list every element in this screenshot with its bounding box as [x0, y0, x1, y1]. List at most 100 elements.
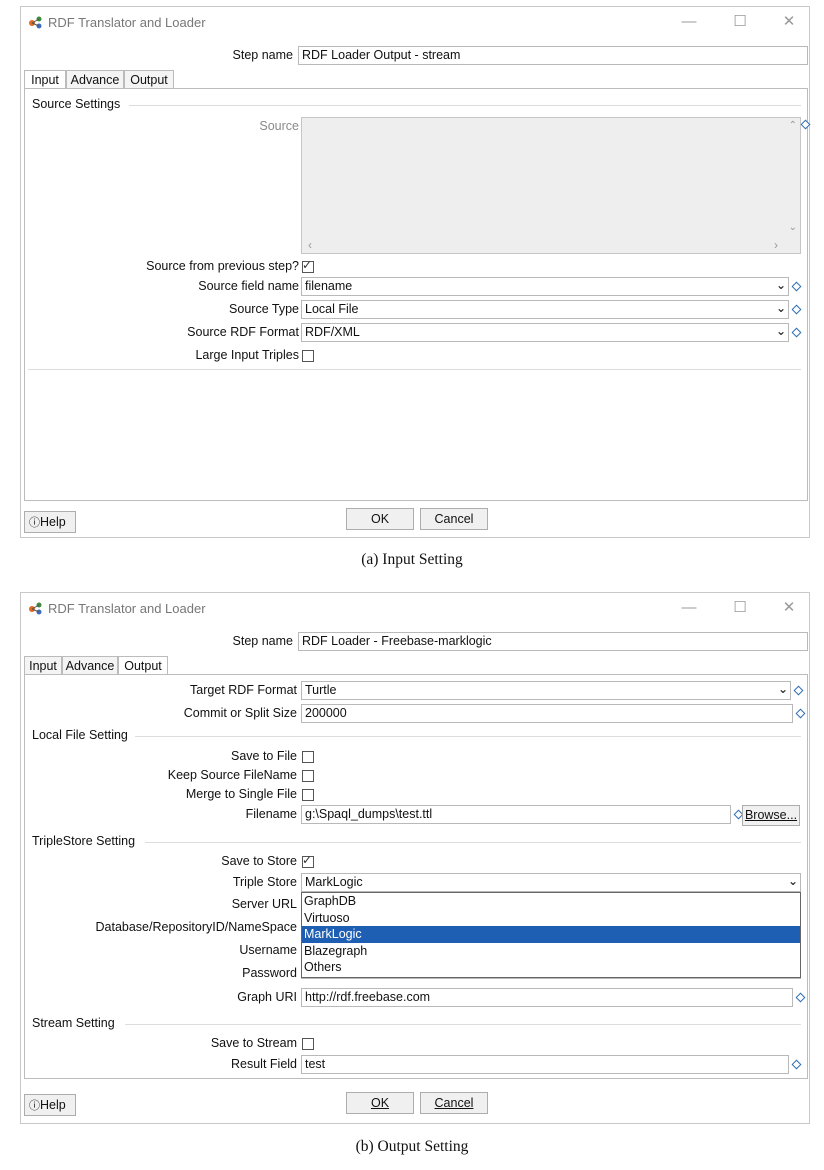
source-from-prev-label: Source from previous step?: [146, 259, 299, 273]
caption-output-setting: (b) Output Setting: [355, 1138, 469, 1155]
graph-uri-input[interactable]: http://rdf.freebase.com: [301, 988, 793, 1007]
cancel-button[interactable]: Cancel: [420, 508, 488, 530]
group-divider: [145, 842, 801, 843]
keep-source-label: Keep Source FileName: [167, 768, 297, 782]
source-field-select[interactable]: filename ⌄: [301, 277, 789, 296]
group-divider: [125, 1024, 801, 1025]
source-from-prev-checkbox[interactable]: ✓: [302, 258, 314, 273]
dropdown-option-virtuoso[interactable]: Virtuoso: [302, 910, 800, 927]
variable-diamond-icon: [791, 281, 802, 292]
save-to-store-checkbox[interactable]: ✓: [302, 853, 314, 868]
close-button[interactable]: ✕: [777, 598, 801, 618]
tab-output[interactable]: Output: [118, 656, 168, 674]
dropdown-option-graphdb[interactable]: GraphDB: [302, 893, 800, 910]
window-title: RDF Translator and Loader: [48, 601, 206, 616]
browse-label: Browse...: [744, 808, 798, 822]
merge-checkbox[interactable]: [302, 789, 314, 801]
variable-diamond-icon: [791, 327, 802, 338]
ok-label: OK: [370, 1096, 390, 1110]
tab-input[interactable]: Input: [24, 656, 62, 674]
source-label: Source: [259, 119, 299, 133]
dialog-window-output: RDF Translator and Loader — ☐ ✕ Step nam…: [20, 592, 810, 1124]
rdf-loader-app-icon: [29, 602, 42, 615]
source-textarea[interactable]: ⌃ ⌄ ‹ ›: [301, 117, 801, 254]
source-field-value: filename: [305, 279, 353, 293]
scroll-up-icon[interactable]: ⌃: [789, 120, 797, 131]
large-input-checkbox[interactable]: [302, 350, 314, 362]
title-bar: RDF Translator and Loader — ☐ ✕: [21, 7, 809, 37]
check-mark-icon: ✓: [302, 258, 313, 272]
chevron-down-icon[interactable]: ⌄: [776, 324, 786, 340]
source-type-select[interactable]: Local File ⌄: [301, 300, 789, 319]
dropdown-option-marklogic[interactable]: MarkLogic: [302, 926, 800, 943]
triple-store-value: MarkLogic: [305, 875, 363, 889]
triple-store-dropdown[interactable]: GraphDB Virtuoso MarkLogic Blazegraph Ot…: [301, 892, 801, 978]
variable-diamond-icon: [795, 708, 806, 719]
large-input-label: Large Input Triples: [195, 348, 299, 362]
filename-input[interactable]: g:\Spaql_dumps\test.ttl: [301, 805, 731, 824]
browse-button[interactable]: Browse...: [742, 805, 800, 826]
chevron-down-icon[interactable]: ⌄: [778, 682, 788, 698]
keep-source-checkbox[interactable]: [302, 770, 314, 782]
result-field-input[interactable]: test: [301, 1055, 789, 1074]
tab-output[interactable]: Output: [124, 70, 174, 88]
step-name-input[interactable]: RDF Loader - Freebase-marklogic: [298, 632, 808, 651]
database-label: Database/RepositoryID/NameSpace: [95, 920, 298, 934]
group-divider: [129, 105, 801, 106]
check-mark-icon: ✓: [302, 853, 313, 867]
commit-size-label: Commit or Split Size: [183, 706, 297, 720]
step-name-label: Step name: [232, 634, 293, 648]
question-circle-icon: ⓘ: [29, 517, 40, 529]
source-format-label: Source RDF Format: [187, 325, 299, 339]
tab-advance[interactable]: Advance: [66, 70, 124, 88]
tab-bar: Input Advance Output: [24, 656, 806, 674]
password-label: Password: [242, 966, 297, 980]
cancel-label: Cancel: [434, 1096, 474, 1110]
chevron-down-icon[interactable]: ⌄: [776, 278, 786, 294]
group-bottom-line: [28, 369, 801, 370]
scroll-down-icon[interactable]: ⌄: [789, 222, 797, 233]
close-button[interactable]: ✕: [777, 12, 801, 32]
scroll-right-icon[interactable]: ›: [774, 238, 778, 252]
filename-label: Filename: [245, 807, 297, 821]
cancel-button[interactable]: Cancel: [420, 1092, 488, 1114]
variable-diamond-icon: [791, 304, 802, 315]
triple-store-select[interactable]: MarkLogic ⌄: [301, 873, 801, 892]
minimize-button[interactable]: —: [677, 12, 701, 32]
graph-uri-label: Graph URI: [237, 990, 297, 1004]
help-button[interactable]: ⓘHelp: [24, 511, 76, 533]
dropdown-option-others[interactable]: Others: [302, 959, 800, 976]
local-file-setting-title: Local File Setting: [32, 728, 128, 742]
triplestore-setting-title: TripleStore Setting: [32, 834, 136, 848]
tab-panel: Target RDF Format Turtle ⌄ Commit or Spl…: [24, 674, 808, 1079]
commit-size-input[interactable]: 200000: [301, 704, 793, 723]
source-settings-title: Source Settings: [32, 97, 121, 111]
stream-setting-title: Stream Setting: [32, 1016, 115, 1030]
scroll-left-icon[interactable]: ‹: [308, 238, 312, 252]
help-button[interactable]: ⓘHelp: [24, 1094, 76, 1116]
save-to-file-checkbox[interactable]: [302, 751, 314, 763]
ok-button[interactable]: OK: [346, 508, 414, 530]
maximize-button[interactable]: ☐: [728, 598, 752, 618]
chevron-down-icon[interactable]: ⌄: [776, 301, 786, 317]
username-label: Username: [239, 943, 297, 957]
step-name-input[interactable]: RDF Loader Output - stream: [298, 46, 808, 65]
target-format-value: Turtle: [305, 683, 337, 697]
ok-button[interactable]: OK: [346, 1092, 414, 1114]
target-format-select[interactable]: Turtle ⌄: [301, 681, 791, 700]
window-title: RDF Translator and Loader: [48, 15, 206, 30]
title-bar: RDF Translator and Loader — ☐ ✕: [21, 593, 809, 623]
step-name-label: Step name: [232, 48, 293, 62]
tab-advance[interactable]: Advance: [62, 656, 118, 674]
source-format-select[interactable]: RDF/XML ⌄: [301, 323, 789, 342]
save-to-file-label: Save to File: [230, 749, 297, 763]
group-divider: [135, 736, 801, 737]
server-url-label: Server URL: [231, 897, 297, 911]
chevron-down-icon[interactable]: ⌄: [788, 874, 798, 890]
maximize-button[interactable]: ☐: [728, 12, 752, 32]
minimize-button[interactable]: —: [677, 598, 701, 618]
variable-diamond-icon: [791, 1059, 802, 1070]
tab-input[interactable]: Input: [24, 70, 66, 88]
dropdown-option-blazegraph[interactable]: Blazegraph: [302, 943, 800, 960]
save-to-stream-checkbox[interactable]: [302, 1038, 314, 1050]
